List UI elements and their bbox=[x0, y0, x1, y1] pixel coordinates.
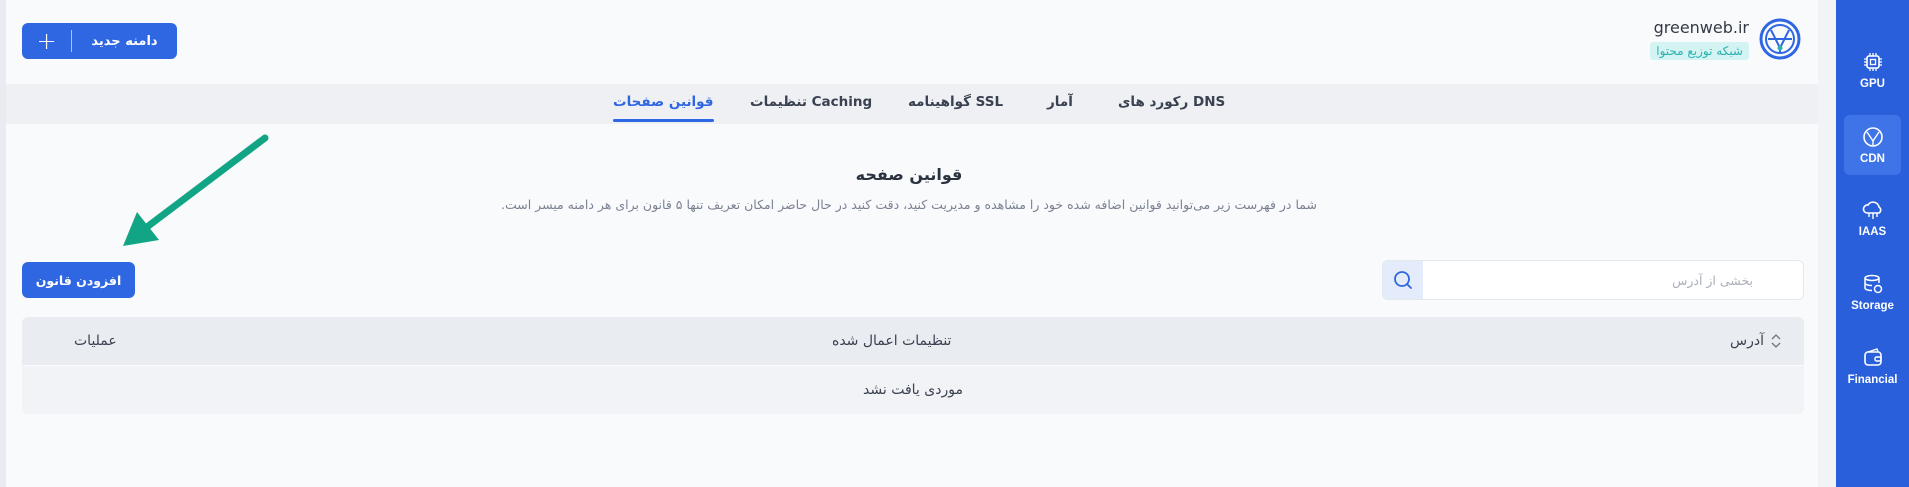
search-button[interactable] bbox=[1383, 261, 1423, 299]
globe-logo-icon bbox=[1759, 18, 1801, 60]
tab-ssl[interactable]: گواهینامه SSL bbox=[908, 84, 1003, 124]
sidebar-item-label: Storage bbox=[1851, 300, 1894, 312]
column-applied-settings: تنظیمات اعمال شده bbox=[832, 333, 952, 349]
page: greenweb.ir شبکه توزیع محتوا + دامنه جدی… bbox=[0, 0, 1909, 487]
column-address[interactable]: آدرس bbox=[1730, 317, 1782, 365]
tab-caching[interactable]: تنظیمات Caching bbox=[750, 84, 872, 124]
globe-icon bbox=[1862, 127, 1883, 147]
brand-badge: شبکه توزیع محتوا bbox=[1650, 42, 1749, 60]
add-rule-button[interactable]: افزودن قانون bbox=[22, 262, 135, 298]
table-header: آدرس تنظیمات اعمال شده عملیات bbox=[22, 317, 1804, 365]
search-icon bbox=[1394, 271, 1412, 289]
sidebar-item-gpu[interactable]: GPU bbox=[1844, 40, 1901, 100]
brand-name: greenweb.ir bbox=[1653, 18, 1749, 37]
sidebar-item-storage[interactable]: Storage bbox=[1844, 262, 1901, 322]
tab-dns-records[interactable]: رکورد های DNS bbox=[1118, 84, 1225, 124]
table-empty-row: موردی یافت نشد bbox=[22, 366, 1804, 414]
column-address-label: آدرس bbox=[1730, 333, 1764, 349]
brand: greenweb.ir شبکه توزیع محتوا bbox=[1650, 18, 1801, 60]
column-actions: عملیات bbox=[74, 333, 117, 349]
plus-icon: + bbox=[22, 27, 72, 55]
sidebar-item-iaas[interactable]: IAAS bbox=[1844, 188, 1901, 248]
chip-icon bbox=[1863, 53, 1882, 71]
sidebar-item-label: CDN bbox=[1860, 153, 1885, 165]
new-domain-button[interactable]: + دامنه جدید bbox=[22, 23, 177, 59]
sidebar: GPU CDN IAAS Storage Financial bbox=[1836, 0, 1909, 487]
sidebar-item-financial[interactable]: Financial bbox=[1844, 336, 1901, 396]
search-box bbox=[1382, 260, 1804, 300]
database-icon bbox=[1863, 274, 1882, 294]
left-edge bbox=[0, 0, 6, 487]
sidebar-item-label: IAAS bbox=[1858, 226, 1887, 238]
sidebar-item-label: Financial bbox=[1847, 374, 1898, 386]
wallet-icon bbox=[1863, 348, 1882, 366]
sidebar-item-label: GPU bbox=[1860, 78, 1885, 90]
tab-page-rules[interactable]: قوانین صفحات bbox=[613, 84, 714, 124]
tab-stats[interactable]: آمار bbox=[1047, 84, 1073, 124]
cloud-icon bbox=[1862, 201, 1881, 219]
annotation-arrow-icon bbox=[123, 134, 269, 246]
search-input[interactable] bbox=[1383, 261, 1765, 299]
sidebar-item-cdn[interactable]: CDN bbox=[1844, 115, 1901, 175]
right-gutter bbox=[1818, 0, 1836, 487]
tab-bar: رکورد های DNS آمار گواهینامه SSL تنظیمات… bbox=[6, 84, 1818, 124]
sort-icon[interactable] bbox=[1770, 332, 1782, 350]
new-domain-label: دامنه جدید bbox=[91, 33, 158, 49]
